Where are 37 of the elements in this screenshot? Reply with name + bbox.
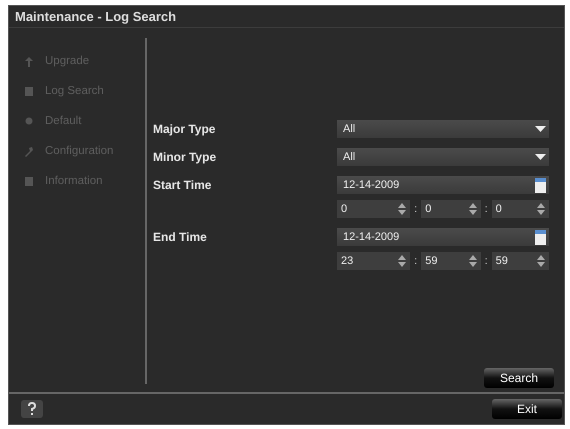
spinner-arrows-icon[interactable] bbox=[468, 254, 478, 268]
window-title: Maintenance - Log Search bbox=[9, 6, 564, 28]
field-label: Start Time bbox=[153, 177, 212, 192]
square-icon bbox=[23, 174, 35, 188]
time-spinner[interactable]: 59 bbox=[492, 252, 549, 270]
calendar-icon[interactable] bbox=[535, 178, 546, 192]
time-spinner[interactable]: 0 bbox=[421, 200, 481, 218]
field-label: Major Type bbox=[153, 121, 216, 136]
spinner-arrows-icon[interactable] bbox=[468, 202, 478, 216]
spinner-arrows-icon[interactable] bbox=[536, 202, 546, 216]
dropdown[interactable]: All bbox=[337, 120, 549, 138]
time-spinner[interactable]: 23 bbox=[337, 252, 410, 270]
wrench-icon bbox=[23, 144, 35, 158]
spinner-arrows-icon[interactable] bbox=[397, 202, 408, 216]
time-separator: : bbox=[484, 203, 488, 215]
help-icon[interactable] bbox=[21, 400, 43, 418]
time-spinner[interactable]: 59 bbox=[421, 252, 481, 270]
field-label: Minor Type bbox=[153, 149, 218, 164]
date-field[interactable]: 12-14-2009 bbox=[337, 228, 549, 246]
calendar-icon[interactable] bbox=[535, 230, 546, 244]
time-separator: : bbox=[484, 255, 488, 267]
search-button[interactable]: Search bbox=[484, 368, 554, 388]
time-spinner[interactable]: 0 bbox=[337, 200, 410, 218]
caret-icon bbox=[535, 153, 546, 161]
dropdown[interactable]: All bbox=[337, 148, 549, 166]
dot-icon bbox=[23, 114, 35, 128]
field-label: End Time bbox=[153, 229, 208, 244]
spinner-arrows-icon[interactable] bbox=[397, 254, 408, 268]
time-separator: : bbox=[414, 255, 418, 267]
date-field[interactable]: 12-14-2009 bbox=[337, 176, 549, 194]
spinner-arrows-icon[interactable] bbox=[536, 254, 546, 268]
arrow-up-icon bbox=[23, 54, 35, 68]
exit-button[interactable]: Exit bbox=[492, 399, 562, 419]
square-icon bbox=[23, 84, 35, 98]
caret-icon bbox=[535, 125, 546, 133]
time-separator: : bbox=[414, 203, 418, 215]
time-spinner[interactable]: 0 bbox=[492, 200, 549, 218]
